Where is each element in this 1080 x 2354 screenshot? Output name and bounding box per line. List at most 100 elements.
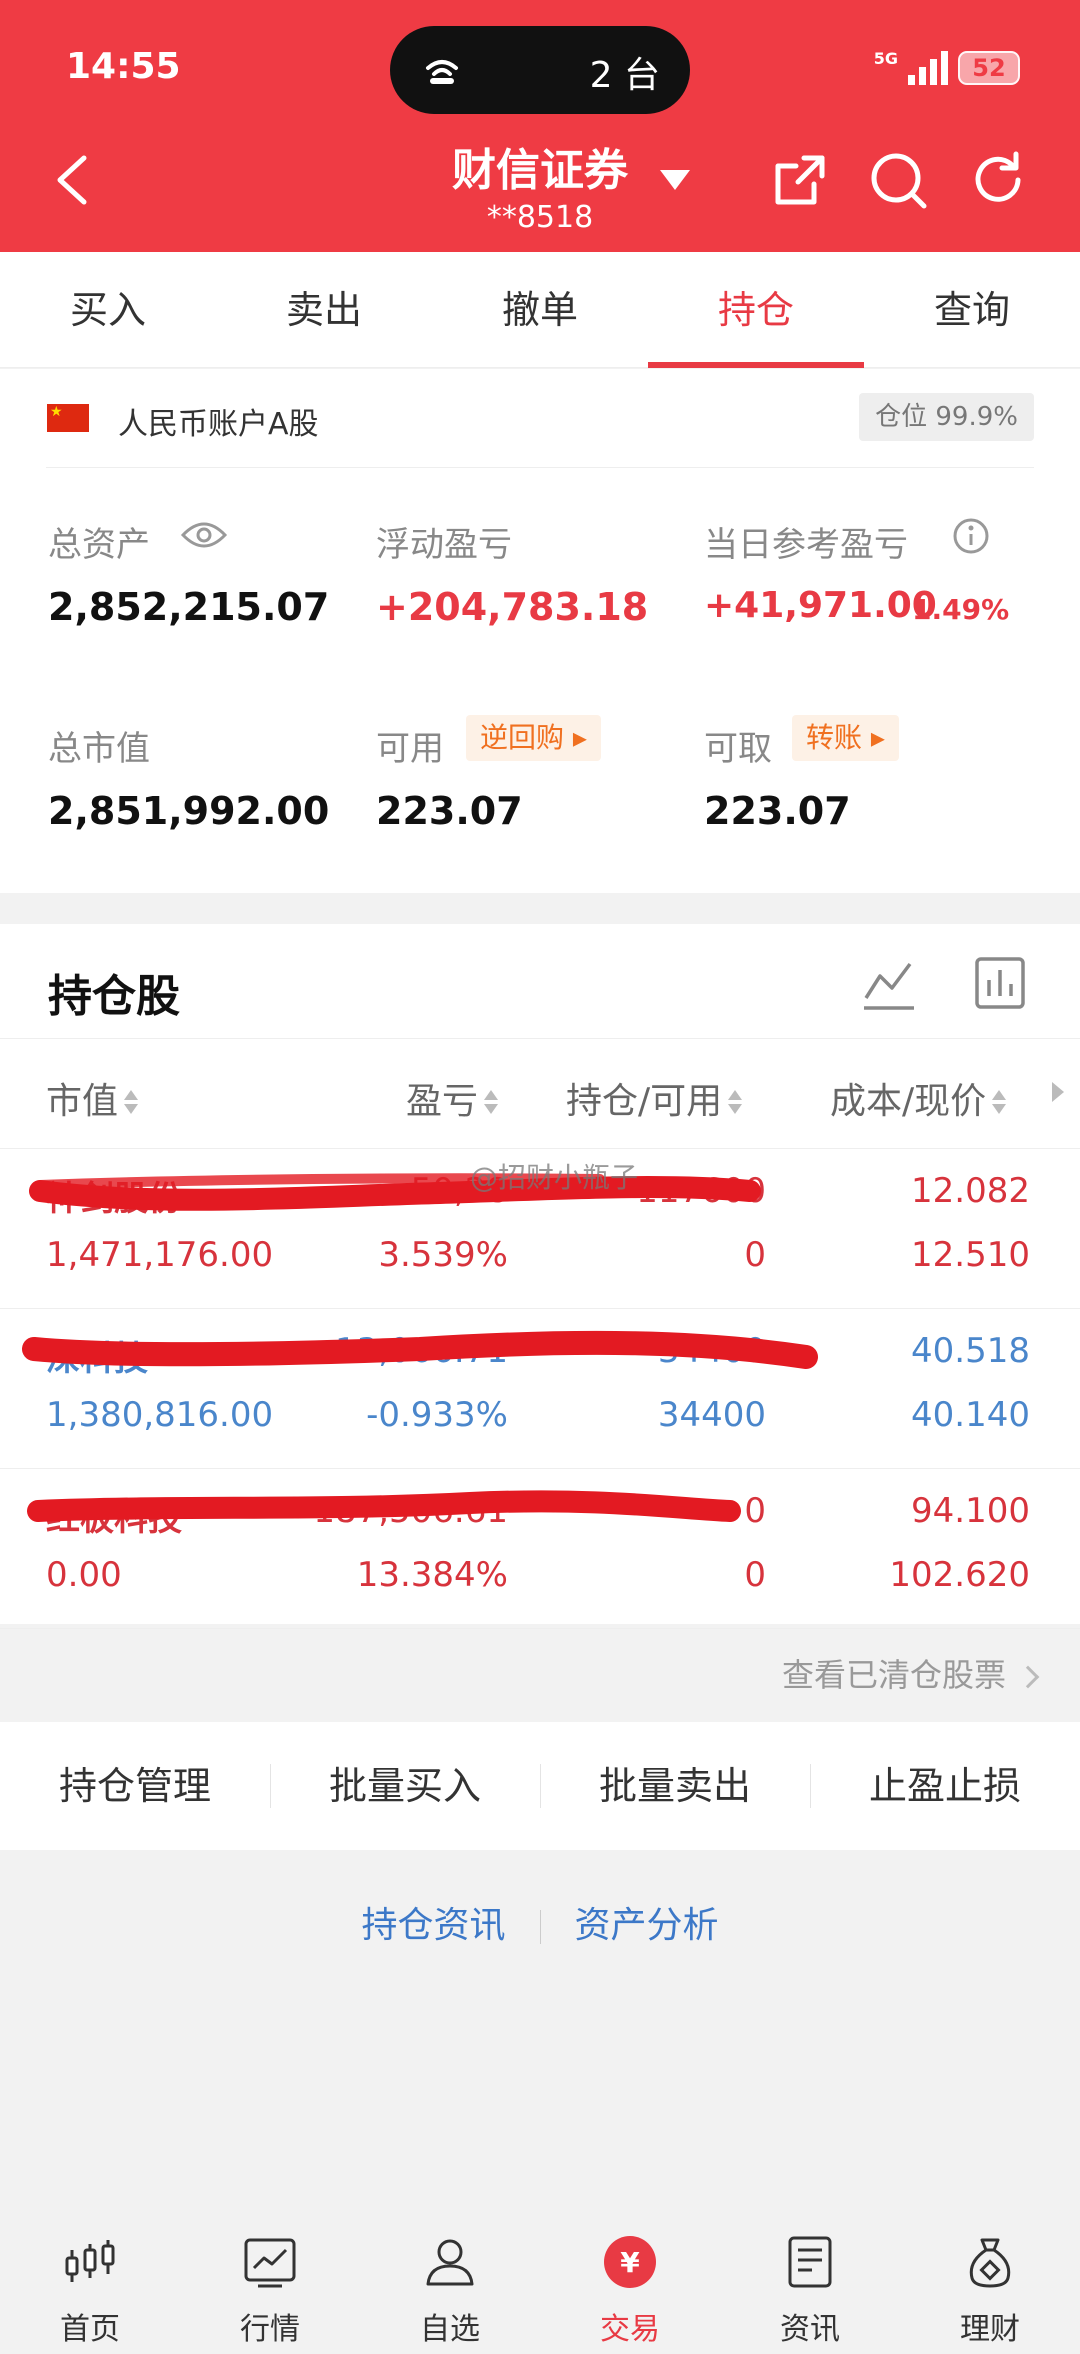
tab-cancel[interactable]: 撤单: [432, 252, 648, 368]
cost-price: 94.100: [911, 1491, 1030, 1531]
tab-query[interactable]: 查询: [864, 252, 1080, 368]
table-row[interactable]: 红板科技 187,506.61 0 94.100 0.00 13.384% 0 …: [0, 1469, 1080, 1629]
floating-pl-label: 浮动盈亏: [376, 525, 512, 565]
cost-price: 12.082: [911, 1171, 1030, 1211]
daily-pl-percent: 1.49%: [912, 593, 1010, 626]
batch-buy-button[interactable]: 批量买入: [270, 1722, 540, 1850]
tab-buy[interactable]: 买入: [0, 252, 216, 368]
position-management-button[interactable]: 持仓管理: [0, 1722, 270, 1850]
available-value: 223.07: [376, 789, 523, 833]
account-summary: ★ 人民币账户A股 仓位 99.9% 总资产 2,852,215.07 浮动盈亏…: [0, 369, 1080, 893]
transfer-label: 转账: [806, 721, 863, 754]
nav-label: 资讯: [780, 2312, 840, 2347]
col-position[interactable]: 持仓/可用: [566, 1072, 744, 1124]
network-type: 5G: [873, 48, 898, 68]
watermark: @招财小瓶子: [470, 1161, 639, 1194]
nav-watchlist[interactable]: 自选: [360, 2212, 540, 2354]
available-qty: 34400: [657, 1395, 766, 1435]
view-cleared-stocks-link[interactable]: 查看已清仓股票: [781, 1650, 1040, 1696]
cleared-link-label: 查看已清仓股票: [781, 1656, 1006, 1694]
market-value-value: 2,851,992.00: [48, 789, 330, 833]
sort-icon: [726, 1088, 744, 1118]
daily-pl-label: 当日参考盈亏: [704, 525, 908, 565]
stock-name: 红板科技: [46, 1499, 182, 1539]
tab-sell[interactable]: 卖出: [216, 252, 432, 368]
nav-label: 自选: [420, 2312, 480, 2347]
nav-home[interactable]: 首页: [0, 2212, 180, 2354]
pl-amount: 13,066.71: [334, 1331, 508, 1371]
scroll-right-icon[interactable]: [1052, 1082, 1064, 1102]
nav-trade[interactable]: ¥ 交易: [540, 2212, 720, 2354]
yuan-coin-icon: ¥: [604, 2236, 656, 2288]
account-label: 人民币账户A股: [118, 407, 319, 442]
money-bag-icon: [969, 2238, 1011, 2288]
pl-percent: -0.933%: [366, 1395, 508, 1435]
table-row[interactable]: 深科技 13,066.71 34400 40.518 1,380,816.00 …: [0, 1309, 1080, 1469]
dynamic-island[interactable]: 2 台: [390, 26, 690, 114]
col-position-label: 持仓/可用: [566, 1081, 723, 1122]
stock-name: 神剑股份: [46, 1179, 182, 1219]
total-assets-value: 2,852,215.07: [48, 585, 330, 629]
col-pl[interactable]: 盈亏: [406, 1072, 500, 1124]
stock-name: 深科技: [46, 1339, 148, 1379]
take-profit-stop-loss-button[interactable]: 止盈止损: [810, 1722, 1080, 1850]
withdrawable-value: 223.07: [704, 789, 851, 833]
bottom-nav: 首页 行情 自选 ¥ 交易 资讯 理财: [0, 2212, 1080, 2354]
nav-label: 行情: [240, 2312, 300, 2347]
share-icon[interactable]: [770, 150, 830, 210]
active-tab-indicator: [648, 362, 864, 368]
col-cost-price-label: 成本/现价: [830, 1081, 987, 1122]
asset-analysis-link[interactable]: 资产分析: [575, 1905, 719, 1946]
col-pl-label: 盈亏: [406, 1081, 479, 1122]
tab-positions[interactable]: 持仓: [648, 252, 864, 368]
position-actions: 持仓管理 批量买入 批量卖出 止盈止损: [0, 1722, 1080, 1850]
pill-text: 2 台: [589, 55, 660, 96]
available-qty: 0: [744, 1555, 766, 1595]
bar-chart-icon[interactable]: [974, 956, 1026, 1010]
daily-pl-value: +41,971.00: [704, 585, 937, 626]
trend-line-icon[interactable]: [862, 958, 916, 1012]
search-icon[interactable]: [868, 150, 928, 210]
col-cost-price[interactable]: 成本/现价: [830, 1072, 1008, 1124]
battery-icon: 52: [958, 51, 1020, 85]
market-chart-icon: [244, 2238, 296, 2288]
available-label: 可用: [376, 729, 444, 769]
withdrawable-label: 可取: [704, 729, 772, 769]
eye-icon[interactable]: [180, 519, 228, 551]
batch-sell-button[interactable]: 批量卖出: [540, 1722, 810, 1850]
floating-pl-value: +204,783.18: [376, 585, 649, 629]
divider: [0, 1038, 1080, 1039]
current-price: 40.140: [911, 1395, 1030, 1435]
col-market-value-label: 市值: [46, 1081, 119, 1122]
nav-market[interactable]: 行情: [180, 2212, 360, 2354]
market-value: 1,380,816.00: [46, 1395, 274, 1435]
market-value-label: 总市值: [48, 729, 150, 769]
nav-wealth[interactable]: 理财: [900, 2212, 1080, 2354]
status-time: 14:55: [66, 46, 181, 87]
sort-icon: [122, 1088, 140, 1118]
position-qty: 0: [744, 1491, 766, 1531]
pl-amount: 187,506.61: [313, 1491, 508, 1531]
holdings-news-link[interactable]: 持仓资讯: [361, 1905, 505, 1946]
trade-tabs: 买入 卖出 撤单 持仓 查询: [0, 252, 1080, 368]
nav-label: 理财: [960, 2312, 1020, 2347]
person-icon: [426, 2239, 474, 2286]
pl-percent: 13.384%: [356, 1555, 508, 1595]
candlestick-icon: [65, 2240, 115, 2282]
reverse-repo-chip[interactable]: 逆回购 ▸: [466, 715, 601, 761]
signal-icon: [908, 51, 948, 85]
sort-icon: [990, 1088, 1008, 1118]
transfer-chip[interactable]: 转账 ▸: [792, 715, 899, 761]
info-links: 持仓资讯 资产分析: [0, 1896, 1080, 1948]
col-market-value[interactable]: 市值: [46, 1072, 140, 1124]
caret-down-icon[interactable]: [660, 170, 690, 190]
news-document-icon: [788, 2236, 832, 2288]
divider: [539, 1910, 541, 1944]
nav-label: 交易: [600, 2312, 660, 2347]
divider: [46, 467, 1034, 468]
refresh-icon[interactable]: [968, 150, 1028, 210]
current-price: 102.620: [889, 1555, 1030, 1595]
app-header: 14:55 2 台 5G 52 财信证券 **8518: [0, 0, 1080, 252]
nav-news[interactable]: 资讯: [720, 2212, 900, 2354]
info-icon[interactable]: [952, 517, 990, 555]
